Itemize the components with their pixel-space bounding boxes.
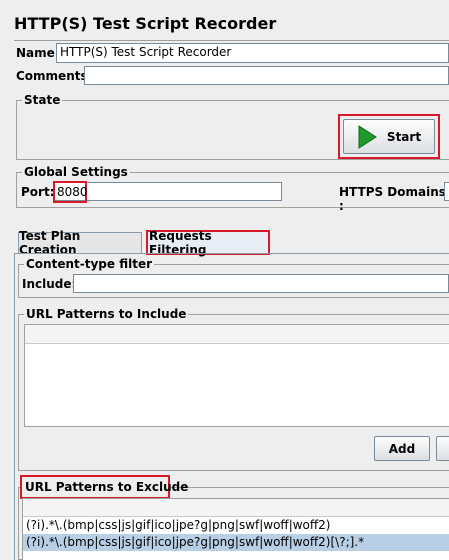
tab-requests-filtering[interactable]: Requests Filtering xyxy=(149,229,267,257)
page-title: HTTP(S) Test Script Recorder xyxy=(14,14,277,33)
content-type-filter-legend: Content-type filter xyxy=(24,257,154,271)
url-include-table[interactable] xyxy=(24,324,449,427)
url-exclude-legend: URL Patterns to Exclude xyxy=(25,480,189,494)
table-header xyxy=(25,325,449,344)
port-input[interactable] xyxy=(54,182,282,201)
comments-label: Comments: xyxy=(16,69,93,83)
start-button[interactable]: Start xyxy=(343,119,435,154)
port-value: 8080 xyxy=(53,181,88,203)
port-label: Port: xyxy=(21,185,55,199)
url-exclude-table[interactable]: (?i).*\.(bmp|css|js|gif|ico|jpe?g|png|sw… xyxy=(22,498,449,560)
table-row[interactable]: (?i).*\.(bmp|css|js|gif|ico|jpe?g|png|sw… xyxy=(23,517,449,534)
include-input[interactable] xyxy=(73,274,449,293)
table-row-selected[interactable]: (?i).*\.(bmp|css|js|gif|ico|jpe?g|png|sw… xyxy=(23,534,449,551)
https-domains-label: HTTPS Domains : xyxy=(339,185,446,213)
url-include-legend: URL Patterns to Include xyxy=(24,307,189,321)
next-button[interactable] xyxy=(436,436,449,461)
table-header xyxy=(23,499,449,517)
comments-input[interactable] xyxy=(84,66,449,85)
play-icon xyxy=(358,124,377,149)
state-legend: State xyxy=(22,93,63,107)
https-domains-input[interactable] xyxy=(444,182,449,201)
add-label: Add xyxy=(388,441,416,456)
tab-test-plan-creation[interactable]: Test Plan Creation xyxy=(18,229,142,257)
divider xyxy=(14,40,449,41)
global-settings-legend: Global Settings xyxy=(22,165,130,179)
name-label: Name: xyxy=(16,46,60,60)
name-input[interactable]: HTTP(S) Test Script Recorder xyxy=(56,43,449,63)
add-button[interactable]: Add xyxy=(374,436,430,461)
include-label: Include: xyxy=(22,277,77,291)
start-label: Start xyxy=(386,129,422,144)
